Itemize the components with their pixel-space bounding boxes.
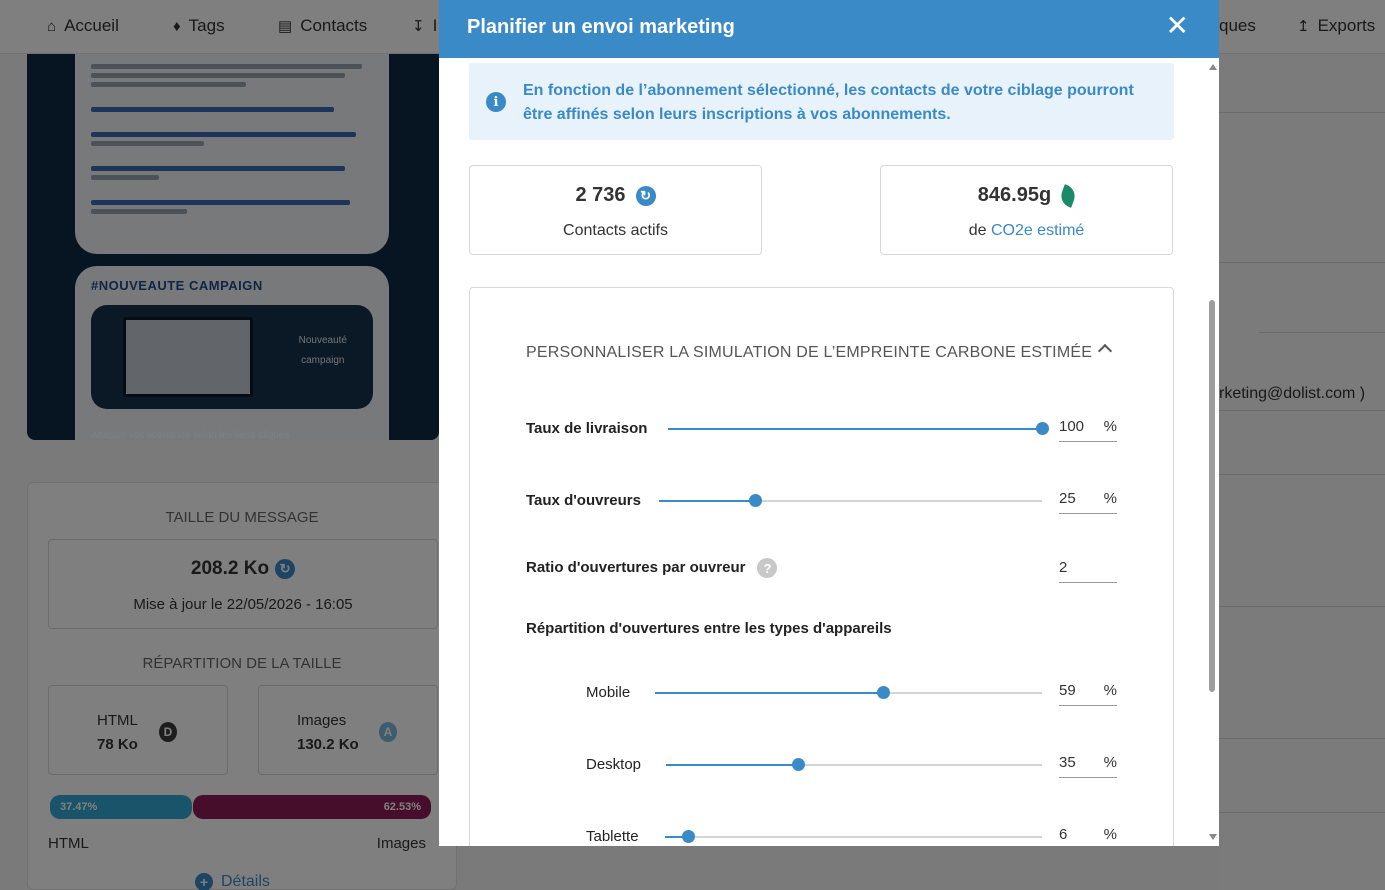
openers-rate-slider[interactable]: [659, 494, 1042, 507]
carbon-simulation-panel: PERSONNALISER LA SIMULATION DE L’EMPREIN…: [469, 287, 1174, 846]
simulation-title: PERSONNALISER LA SIMULATION DE L’EMPREIN…: [526, 344, 1093, 361]
delivery-rate-input[interactable]: 100 %: [1059, 414, 1117, 442]
desktop-slider[interactable]: [666, 758, 1042, 771]
opens-per-opener-label: Ratio d'ouvertures par ouvreur?: [526, 558, 778, 578]
openers-rate-slider-thumb[interactable]: [748, 494, 762, 507]
mobile-slider[interactable]: [655, 686, 1042, 699]
scrollbar-thumb[interactable]: [1209, 300, 1215, 692]
chevron-up-icon[interactable]: [1097, 343, 1113, 359]
co2-estimate-card: 846.95g de CO2e estimé: [880, 165, 1173, 255]
subscription-info-alert: i En fonction de l’abonnement sélectionn…: [469, 63, 1174, 140]
active-contacts-card: 2 736 ↻ Contacts actifs: [469, 165, 762, 255]
tablet-slider-thumb[interactable]: [681, 830, 695, 843]
co2-estimate-link[interactable]: CO2e estimé: [991, 222, 1084, 239]
co2-label: de CO2e estimé: [968, 222, 1085, 239]
modal-body: i En fonction de l’abonnement sélectionn…: [439, 58, 1219, 846]
info-icon: i: [486, 92, 506, 112]
openers-rate-label: Taux d'ouvreurs: [526, 492, 641, 509]
tablet-label: Tablette: [586, 828, 639, 845]
delivery-rate-label: Taux de livraison: [526, 420, 648, 437]
mobile-slider-thumb[interactable]: [877, 686, 891, 699]
tablet-slider[interactable]: [665, 830, 1042, 843]
co2-value: 846.95g: [881, 183, 1172, 208]
desktop-input[interactable]: 35 %: [1059, 750, 1117, 778]
info-text: En fonction de l’abonnement sélectionné,…: [523, 82, 1134, 123]
close-icon[interactable]: ✕: [1166, 12, 1189, 40]
device-split-title: Répartition d'ouvertures entre les types…: [526, 620, 892, 637]
modal-title: Planifier un envoi marketing: [467, 16, 735, 38]
refresh-icon[interactable]: ↻: [635, 185, 656, 206]
active-contacts-value: 2 736 ↻: [470, 184, 761, 207]
help-icon[interactable]: ?: [757, 558, 778, 578]
delivery-rate-slider-thumb[interactable]: [1036, 422, 1049, 435]
scroll-up-icon[interactable]: [1209, 64, 1217, 70]
modal-header: Planifier un envoi marketing ✕: [439, 0, 1219, 58]
openers-rate-input[interactable]: 25 %: [1059, 486, 1117, 514]
mobile-label: Mobile: [586, 684, 631, 701]
active-contacts-label: Contacts actifs: [563, 222, 668, 239]
delivery-rate-slider[interactable]: [668, 422, 1049, 435]
schedule-marketing-modal: Planifier un envoi marketing ✕ i En fonc…: [439, 0, 1219, 846]
opens-per-opener-input[interactable]: 2: [1059, 555, 1117, 583]
leaf-icon: [1058, 183, 1079, 208]
modal-scrollbar[interactable]: [1205, 58, 1219, 846]
desktop-slider-thumb[interactable]: [791, 758, 805, 771]
desktop-label: Desktop: [586, 756, 642, 773]
mobile-input[interactable]: 59 %: [1059, 678, 1117, 706]
scroll-down-icon[interactable]: [1209, 834, 1217, 840]
tablet-input[interactable]: 6 %: [1059, 822, 1117, 846]
